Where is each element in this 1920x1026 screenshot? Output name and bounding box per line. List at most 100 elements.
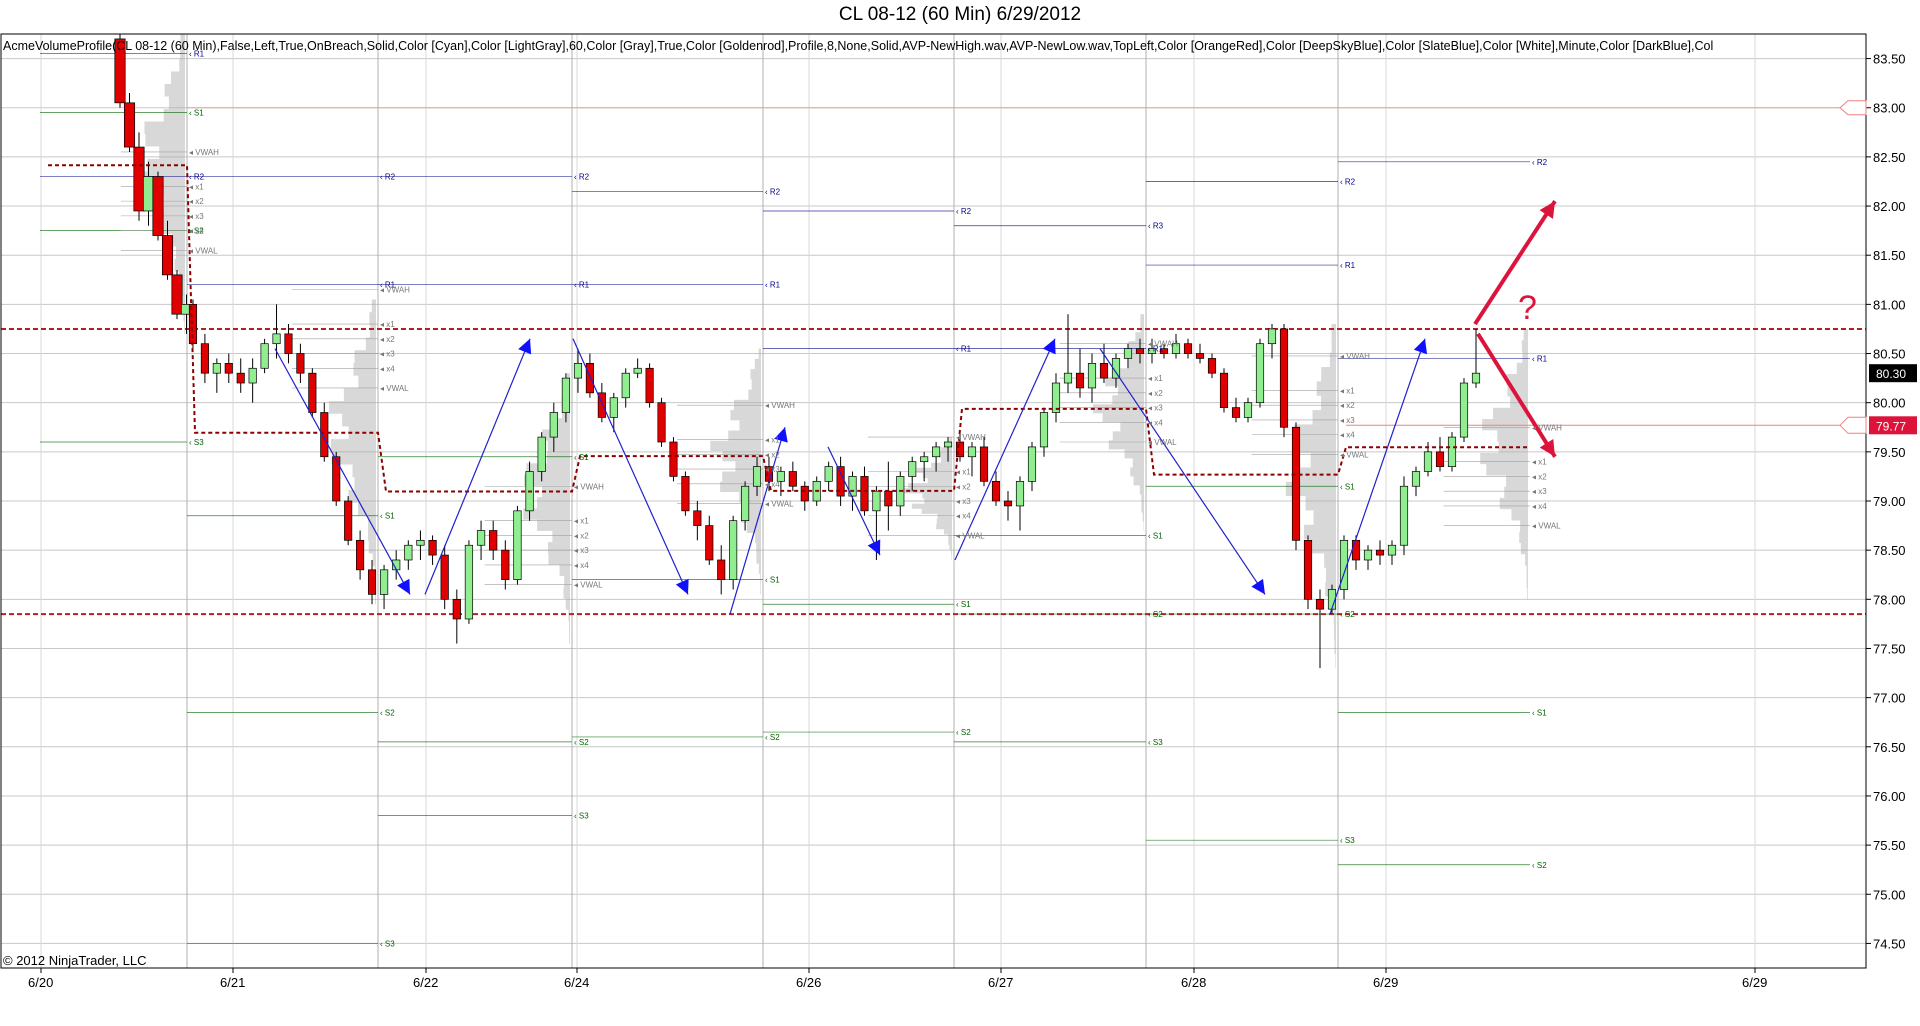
volume-profile-bar bbox=[927, 478, 952, 484]
volume-profile-bar bbox=[1321, 367, 1336, 382]
value-area-label: ◂ x4 bbox=[380, 364, 395, 373]
bull-candle bbox=[260, 343, 269, 369]
y-tick-label: 74.50 bbox=[1873, 936, 1906, 951]
bear-candle bbox=[1207, 358, 1217, 374]
bear-candle bbox=[332, 456, 341, 502]
bull-candle bbox=[464, 544, 474, 620]
volume-profile-bar bbox=[758, 563, 761, 574]
bear-candle bbox=[489, 530, 498, 551]
volume-profile-bar bbox=[175, 246, 185, 259]
value-area-label: ◂ x1 bbox=[956, 468, 971, 477]
bull-candle bbox=[943, 441, 953, 448]
y-tick-label: 78.00 bbox=[1873, 592, 1906, 607]
trend-arrow-head bbox=[397, 578, 410, 595]
pivot-level-label: ‹ S1 bbox=[189, 109, 204, 118]
bear-candle bbox=[585, 363, 594, 394]
bear-candle bbox=[1375, 549, 1385, 556]
value-area-label: ◂ x1 bbox=[1532, 458, 1547, 467]
y-tick-label: 76.00 bbox=[1873, 789, 1906, 804]
pivot-level-label: ‹ R1 bbox=[574, 281, 590, 290]
bull-candle bbox=[537, 436, 546, 472]
pivot-level-label: ‹ S2 bbox=[1340, 610, 1355, 619]
value-area-label: ◂ VWAL bbox=[189, 246, 218, 255]
x-tick-label: 6/26 bbox=[796, 975, 821, 990]
volume-profile-bar bbox=[1499, 497, 1528, 510]
value-area-label: ◂ x4 bbox=[765, 480, 780, 489]
volume-profile-bar bbox=[369, 312, 376, 325]
volume-profile-bar bbox=[354, 350, 376, 363]
volume-profile-bar bbox=[1519, 531, 1528, 543]
value-area-label: ◂ x3 bbox=[189, 212, 204, 221]
bull-candle bbox=[1255, 343, 1265, 404]
volume-profile-bar bbox=[739, 420, 761, 431]
bear-candle bbox=[296, 353, 305, 374]
y-tick-label: 76.50 bbox=[1873, 740, 1906, 755]
pivot-level-label: ‹ R2 bbox=[574, 173, 590, 182]
pivot-level-label: ‹ S1 bbox=[956, 600, 971, 609]
x-tick-label: 6/28 bbox=[1181, 975, 1206, 990]
volume-profile-bar bbox=[1504, 486, 1528, 498]
trend-arrow-line bbox=[1099, 348, 1266, 595]
bear-candle bbox=[1003, 500, 1013, 507]
volume-profile-bar bbox=[922, 472, 952, 479]
bull-candle bbox=[513, 510, 522, 581]
value-area-label: ◂ x3 bbox=[1148, 404, 1163, 413]
bull-candle bbox=[1423, 451, 1433, 472]
volume-profile-bar bbox=[1333, 625, 1336, 640]
y-tick-label: 77.00 bbox=[1873, 691, 1906, 706]
volume-profile-bar bbox=[921, 508, 952, 514]
bull-candle bbox=[1039, 412, 1049, 448]
value-area-label: ◂ x4 bbox=[189, 227, 204, 236]
bull-candle bbox=[1399, 485, 1409, 546]
volume-profile-bar bbox=[1102, 413, 1144, 423]
volume-profile-bar bbox=[1120, 422, 1144, 432]
volume-profile-bar bbox=[1493, 407, 1528, 420]
prior-high-pointer bbox=[1839, 100, 1867, 116]
trend-arrow-head bbox=[1413, 338, 1428, 355]
volume-profile-bar bbox=[943, 529, 952, 535]
volume-profile-bar bbox=[1497, 430, 1528, 442]
volume-profile-bar bbox=[179, 58, 185, 72]
value-area-label: ◂ x3 bbox=[765, 465, 780, 474]
y-tick-label: 83.50 bbox=[1873, 52, 1906, 67]
volume-profile-bar bbox=[1309, 539, 1336, 554]
bull-candle bbox=[1411, 471, 1421, 487]
bull-candle bbox=[1267, 328, 1277, 345]
volume-profile-bar bbox=[164, 83, 185, 97]
volume-profile-bar bbox=[174, 258, 185, 272]
bear-candle bbox=[1099, 363, 1109, 379]
volume-profile-bar bbox=[548, 553, 570, 565]
bear-candle bbox=[171, 274, 183, 315]
bear-candle bbox=[428, 539, 437, 556]
bear-candle bbox=[1279, 328, 1289, 428]
volume-profile-bar bbox=[368, 540, 376, 554]
volume-profile-bar bbox=[1133, 476, 1144, 486]
volume-profile-bar bbox=[1511, 509, 1528, 521]
value-area-label: ◂ x2 bbox=[956, 482, 971, 491]
bull-candle bbox=[142, 176, 155, 212]
pivot-level-label: ‹ R2 bbox=[1340, 177, 1356, 186]
marker-price-pointer bbox=[1839, 416, 1867, 434]
bull-candle bbox=[1123, 348, 1133, 359]
pivot-level-label: ‹ R2 bbox=[765, 187, 781, 196]
value-area-label: ◂ x4 bbox=[1148, 418, 1163, 427]
volume-profile-bar bbox=[1523, 328, 1528, 341]
volume-profile-bar bbox=[1112, 431, 1144, 441]
volume-profile-bar bbox=[159, 146, 185, 159]
pivot-level-label: ‹ S2 bbox=[380, 708, 395, 717]
volume-profile-bar bbox=[564, 575, 570, 588]
volume-profile-bar bbox=[951, 549, 952, 555]
value-area-label: ◂ VWAH bbox=[1148, 340, 1178, 349]
y-tick-label: 82.00 bbox=[1873, 199, 1906, 214]
chart-canvas[interactable]: 83.50 83.00 82.50 82.00 81.50 81.00 80.50 80.00… bbox=[0, 0, 1920, 1026]
volume-profile-bar bbox=[537, 519, 570, 531]
volume-profile-bar bbox=[936, 524, 952, 530]
volume-profile-bar bbox=[1141, 503, 1144, 513]
value-area-label: ◂ x1 bbox=[380, 320, 395, 329]
volume-profile-bar bbox=[1520, 542, 1528, 555]
volume-profile-bar bbox=[941, 457, 952, 463]
volume-profile-bar bbox=[1316, 381, 1336, 396]
volume-profile-bar bbox=[1526, 576, 1528, 589]
volume-profile-bar bbox=[1140, 314, 1144, 324]
value-area-label: ◂ x2 bbox=[380, 335, 395, 344]
